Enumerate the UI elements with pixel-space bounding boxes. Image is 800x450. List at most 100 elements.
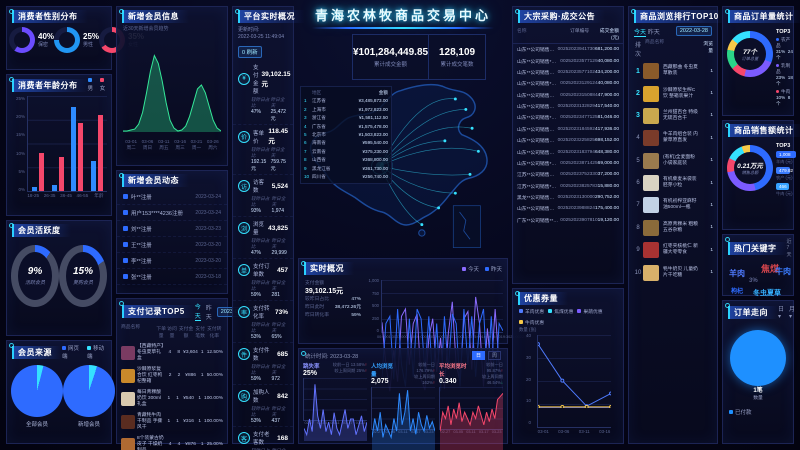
- sales-bar-item[interactable]: 479.82 农产 (元): [776, 167, 793, 181]
- pay-row[interactable]: 青藏牦牛肉干制品 手撕风干 1 1 ¥316 1 100.00%: [117, 410, 227, 433]
- province-row[interactable]: 3 浙江省 ¥1,581,112.50: [304, 114, 388, 122]
- announcement-row[interactable]: 江苏**公司销售*焦煤成交公告(江苏**公... 00252023825783 …: [513, 181, 623, 192]
- top10-row[interactable]: 1 西藏那曲 冬虫夏草散装 1: [629, 60, 717, 82]
- platform-stat[interactable]: ¥ 支付金额 39,102.15元 较昨日占比47% 昨日全天25,472元: [233, 60, 293, 125]
- order-donut-chart[interactable]: 77个 订单总量: [727, 31, 773, 77]
- tab-yesterday[interactable]: 昨天: [206, 303, 212, 321]
- platform-stat[interactable]: 单 支付订单数 457 较昨日占比59% 昨日全天281: [233, 259, 293, 301]
- mini-chart[interactable]: [303, 378, 367, 421]
- activity-ring-active[interactable]: 9% 活跃会员: [11, 245, 59, 307]
- province-row[interactable]: 8 山西省 ¥368,800.00: [304, 156, 388, 164]
- feed-row[interactable]: 刘**注册 2023-03-23: [117, 221, 227, 237]
- feed-row[interactable]: 李**注册 2023-03-20: [117, 253, 227, 269]
- province-row[interactable]: 6 海南省 ¥595,540.00: [304, 139, 388, 147]
- announcement-row[interactable]: 广东**公司销售**煤成交公告(广东**公... 00252023907810 …: [513, 215, 623, 226]
- keyword[interactable]: 3%: [749, 278, 758, 284]
- top10-row[interactable]: 8 高原青稞米 粗粮五谷杂粮 1: [629, 217, 717, 239]
- announcement-row[interactable]: 山东**公司销售*焦煤成交公告(山东**公... 00252023184592 …: [513, 124, 623, 135]
- legend-item[interactable]: 今天: [462, 265, 479, 273]
- new-members-area-chart[interactable]: [123, 34, 221, 138]
- sales-bar-item[interactable]: 466 牛肉 (元): [776, 183, 793, 197]
- toggle-month[interactable]: 月▾: [789, 304, 795, 320]
- province-row[interactable]: 10 四川省 ¥256,740.00: [304, 173, 388, 181]
- keyword[interactable]: 冬虫夏草: [753, 288, 781, 298]
- source-pie-new[interactable]: 新增会员: [63, 365, 115, 428]
- legend-item[interactable]: 农产品 31% 24个: [776, 37, 793, 61]
- tab-yesterday[interactable]: 昨天: [648, 30, 660, 36]
- platform-stat[interactable]: 客 支付老客数 168 较昨日占比46% 昨日全天758: [233, 427, 293, 450]
- top10-row[interactable]: 10 牦牛奶贝 儿童奶片干吃糖 1: [629, 261, 717, 283]
- pay-row[interactable]: 【西藏特产】冬虫夏草礼盒 4 8 ¥3,604 1 12.50%: [117, 341, 227, 364]
- mini-chart[interactable]: [439, 387, 503, 430]
- platform-stat[interactable]: 购 加购人数 842 较昨日占比53% 昨日全天437: [233, 385, 293, 427]
- announcement-row[interactable]: 山东**公司销售氢氧化**成交公告(山东... 00252023150884 4…: [513, 90, 623, 101]
- legend-item[interactable]: 女: [100, 78, 106, 92]
- date-picker[interactable]: 2022-03-28: [676, 26, 712, 36]
- legend-item[interactable]: 果蔬优惠: [577, 308, 602, 315]
- province-row[interactable]: 1 江苏省 ¥3,485,873.00: [304, 97, 388, 105]
- legend-item[interactable]: 网页端: [62, 344, 81, 360]
- legend-item[interactable]: 已付款: [729, 408, 752, 416]
- platform-stat[interactable]: 浏 浏览量 43,825 较昨日占比47% 昨日全天29,999: [233, 217, 293, 259]
- announcement-row[interactable]: 江苏**公司销售氢氧化**成交公告(江苏... 00252023752330 3…: [513, 169, 623, 180]
- legend-item[interactable]: 乳制品 23% 18个: [776, 63, 793, 87]
- announcement-row[interactable]: 黑龙**公司销售水玻**成交公告(黑龙**... 00252023130000 …: [513, 192, 623, 203]
- announcement-row[interactable]: 山东**公司销售*焦煤成交公告(山东**公... 00252023132829 …: [513, 101, 623, 112]
- legend-item[interactable]: 羊肉优惠: [519, 308, 544, 315]
- top10-row[interactable]: 2 沙棘原浆生榨C饮 整箱装果汁 1: [629, 82, 717, 104]
- top10-row[interactable]: 3 兰州甜百合 特级无硫百合干 1: [629, 105, 717, 127]
- toggle-day[interactable]: 日: [472, 351, 485, 360]
- gender-item-male[interactable]: 25% 男性: [54, 27, 99, 53]
- activity-ring-repeat[interactable]: 15% 复购会员: [59, 245, 107, 307]
- province-row[interactable]: 4 广东省 ¥1,575,478.00: [304, 123, 388, 131]
- legend-item[interactable]: 焦煤优惠: [548, 308, 573, 315]
- mini-chart[interactable]: [371, 387, 435, 430]
- source-pie-all[interactable]: 全部会员: [11, 365, 63, 428]
- refresh-button[interactable]: 0 刷新: [238, 46, 262, 58]
- platform-stat[interactable]: 访 访客数 5,524 较昨日占比93% 昨日全天1,974: [233, 175, 293, 217]
- announcement-row[interactable]: 山东**公司销售*焦煤成交公告(山东**公... 00252023183794 …: [513, 146, 623, 157]
- platform-stat[interactable]: 件 支付件数 685 较昨日占比59% 昨日全天972: [233, 343, 293, 385]
- pay-row[interactable]: 每日青稞酸奶饮 300ml礼盒 1 1 ¥540 1 100.00%: [117, 387, 227, 410]
- legend-item[interactable]: 男: [88, 78, 94, 92]
- announcement-row[interactable]: 山东**公司销售*焦煤成交公告(山东**公... 00252023129124 …: [513, 78, 623, 89]
- top10-row[interactable]: 6 有机藜麦米袋装 胚芽小粒 1: [629, 172, 717, 194]
- announcement-row[interactable]: 山东**公司销售*焦煤成交公告(山东**公... 00252023871425 …: [513, 158, 623, 169]
- announcement-row[interactable]: 山东**公司销售*焦煤成交公告(山东**公... 00252023577102 …: [513, 67, 623, 78]
- feed-row[interactable]: 王**注册 2023-03-20: [117, 237, 227, 253]
- top10-row[interactable]: 9 红枣夹核桃仁 新疆大枣零食 1: [629, 239, 717, 261]
- feed-row[interactable]: 叶**注册 2023-03-24: [117, 189, 227, 205]
- province-row[interactable]: 7 云南省 ¥375,230.00: [304, 148, 388, 156]
- legend-item[interactable]: 牛肉优惠: [519, 319, 544, 326]
- feed-row[interactable]: 张**注册 2023-03-18: [117, 269, 227, 285]
- feed-row[interactable]: 用户153****4236注册 2023-03-24: [117, 205, 227, 221]
- province-row[interactable]: 5 北京市 ¥1,503,823.00: [304, 131, 388, 139]
- coupon-line-chart[interactable]: [537, 335, 611, 428]
- platform-stat[interactable]: 率 支付转化率 73% 较昨日占比53% 昨日全天65%: [233, 301, 293, 343]
- toggle-week[interactable]: 周: [488, 351, 501, 360]
- tab-today[interactable]: 今天: [634, 30, 646, 37]
- announcement-row[interactable]: 山东**公司销售*焦煤成交公告(山东**公... 00252023477125 …: [513, 112, 623, 123]
- sales-bar-item[interactable]: 1,008 羊肉 (元): [776, 151, 793, 165]
- legend-item[interactable]: 昨天: [485, 265, 502, 273]
- gender-item-secret[interactable]: 40% 保密: [9, 27, 54, 53]
- toggle-day[interactable]: 日▾: [778, 304, 784, 320]
- keyword[interactable]: 牛肉: [775, 266, 791, 277]
- order-hall-pie[interactable]: [730, 330, 786, 386]
- province-row[interactable]: 9 黑龙江省 ¥361,730.00: [304, 165, 388, 173]
- top10-row[interactable]: 7 有机初榨亚麻籽油500ml一瓶 1: [629, 194, 717, 216]
- pay-row[interactable]: 沙棘原浆复合饮 红枣枸杞整箱 2 2 ¥886 1 50.00%: [117, 364, 227, 387]
- province-row[interactable]: 2 上海市 ¥1,972,823.00: [304, 106, 388, 114]
- realtime-line-chart[interactable]: [381, 280, 503, 333]
- pay-row[interactable]: 8个装蒙古奶皮子 干燥奶制品 4 4 ¥876 1 25.00%: [117, 433, 227, 450]
- age-bar-chart[interactable]: [27, 96, 107, 192]
- announcement-row[interactable]: 山东**公司销售*焦煤成交公告(山东**公... 00252023941730 …: [513, 44, 623, 55]
- legend-item[interactable]: 牛肉 10% 8个: [776, 89, 793, 107]
- tab-today[interactable]: 今天: [195, 302, 201, 321]
- top10-row[interactable]: 5 (有机)全麦面粉 小袋家庭装 1: [629, 150, 717, 172]
- announcement-row[interactable]: 山东**公司销售*焦煤成交公告(山东**公... 00252023225825 …: [513, 135, 623, 146]
- platform-stat[interactable]: 价 客单价 118.45元 较昨日占比192.15元 昨日全天759.75元: [233, 125, 293, 175]
- legend-item[interactable]: 移动端: [87, 344, 106, 360]
- announcement-row[interactable]: 山东**公司销售*焦煤成交公告(山东**公... 00252023988824 …: [513, 203, 623, 214]
- announcement-row[interactable]: 山东**公司销售*焦煤成交公告(山东**公... 00252023577129 …: [513, 55, 623, 66]
